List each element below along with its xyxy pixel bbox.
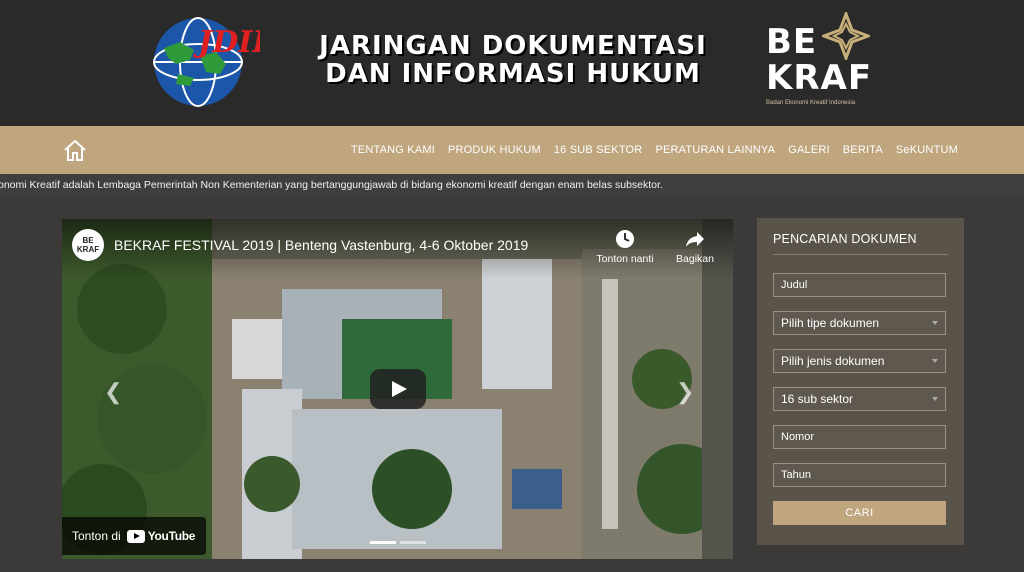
- jenis-dokumen-select[interactable]: Pilih jenis dokumen: [773, 349, 946, 373]
- youtube-video-embed[interactable]: BE KRAF BEKRAF FESTIVAL 2019 | Benteng V…: [62, 219, 733, 559]
- nav-item-peraturan-lainnya[interactable]: PERATURAN LAINNYA: [655, 144, 775, 156]
- search-panel-title: PENCARIAN DOKUMEN: [773, 232, 948, 255]
- carousel-indicator[interactable]: [400, 541, 426, 544]
- chevron-down-icon: [932, 359, 938, 363]
- site-title-line1: JARINGAN DOKUMENTASI: [319, 31, 707, 61]
- site-header: JDIH JARINGAN DOKUMENTASI DAN INFORMASI …: [0, 0, 1024, 126]
- bekraf-logo[interactable]: BE KRAF Badan Ekonomi Kreatif Indonesia: [762, 10, 882, 110]
- site-title: JARINGAN DOKUMENTASI DAN INFORMASI HUKUM: [318, 32, 708, 88]
- carousel-indicator[interactable]: [370, 541, 396, 544]
- youtube-logo: YouTube: [126, 529, 196, 543]
- nav-item-galeri[interactable]: GALERI: [788, 144, 830, 156]
- watch-later-label: Tonton nanti: [596, 253, 654, 265]
- bekraf-tagline: Badan Ekonomi Kreatif Indonesia: [766, 100, 856, 106]
- main-nav: TENTANG KAMI PRODUK HUKUM 16 SUB SEKTOR …: [0, 126, 1024, 174]
- nomor-input[interactable]: Nomor: [773, 425, 946, 449]
- nav-item-tentang-kami[interactable]: TENTANG KAMI: [351, 144, 435, 156]
- nav-item-16-sub-sektor[interactable]: 16 SUB SEKTOR: [554, 144, 643, 156]
- bekraf-star-icon: [822, 12, 870, 60]
- nav-item-produk-hukum[interactable]: PRODUK HUKUM: [448, 144, 541, 156]
- clock-icon: [616, 230, 634, 248]
- watch-on-youtube-button[interactable]: Tonton di YouTube: [62, 517, 206, 555]
- video-title[interactable]: BEKRAF FESTIVAL 2019 | Benteng Vastenbur…: [114, 237, 528, 253]
- carousel-indicators: [370, 541, 426, 544]
- chevron-down-icon: [932, 321, 938, 325]
- jenis-dokumen-value: Pilih jenis dokumen: [781, 354, 885, 368]
- sub-sektor-value: 16 sub sektor: [781, 392, 854, 406]
- nav-menu: TENTANG KAMI PRODUK HUKUM 16 SUB SEKTOR …: [351, 126, 958, 174]
- carousel-prev-icon[interactable]: ❮: [104, 379, 122, 405]
- jdih-logo-text: JDIH: [193, 25, 260, 60]
- youtube-play-icon: [126, 529, 145, 543]
- watch-later-button[interactable]: Tonton nanti: [594, 229, 656, 265]
- tahun-input[interactable]: Tahun: [773, 463, 946, 487]
- tipe-dokumen-value: Pilih tipe dokumen: [781, 316, 880, 330]
- site-title-line2: DAN INFORMASI HUKUM: [325, 59, 701, 89]
- share-button[interactable]: Bagikan: [664, 229, 726, 265]
- nav-item-berita[interactable]: BERITA: [843, 144, 883, 156]
- channel-avatar[interactable]: BE KRAF: [72, 229, 104, 261]
- news-ticker: onomi Kreatif adalah Lembaga Pemerintah …: [0, 174, 1024, 196]
- jdih-logo[interactable]: JDIH: [150, 8, 260, 112]
- tipe-dokumen-select[interactable]: Pilih tipe dokumen: [773, 311, 946, 335]
- play-icon[interactable]: [370, 369, 426, 409]
- share-label: Bagikan: [676, 253, 714, 265]
- share-arrow-icon: [686, 232, 704, 247]
- youtube-logo-text: YouTube: [147, 529, 196, 543]
- carousel-next-icon[interactable]: ❯: [676, 379, 694, 405]
- judul-input[interactable]: Judul: [773, 273, 946, 297]
- watch-on-label: Tonton di: [72, 529, 121, 543]
- ticker-text: onomi Kreatif adalah Lembaga Pemerintah …: [0, 179, 663, 191]
- chevron-down-icon: [932, 397, 938, 401]
- home-icon[interactable]: [62, 138, 88, 162]
- nav-item-sekuntum[interactable]: SeKUNTUM: [896, 144, 958, 156]
- sub-sektor-select[interactable]: 16 sub sektor: [773, 387, 946, 411]
- document-search-panel: PENCARIAN DOKUMEN Judul Pilih tipe dokum…: [757, 218, 964, 545]
- bekraf-logo-line2: KRAF: [766, 58, 873, 98]
- cari-button[interactable]: CARI: [773, 501, 946, 525]
